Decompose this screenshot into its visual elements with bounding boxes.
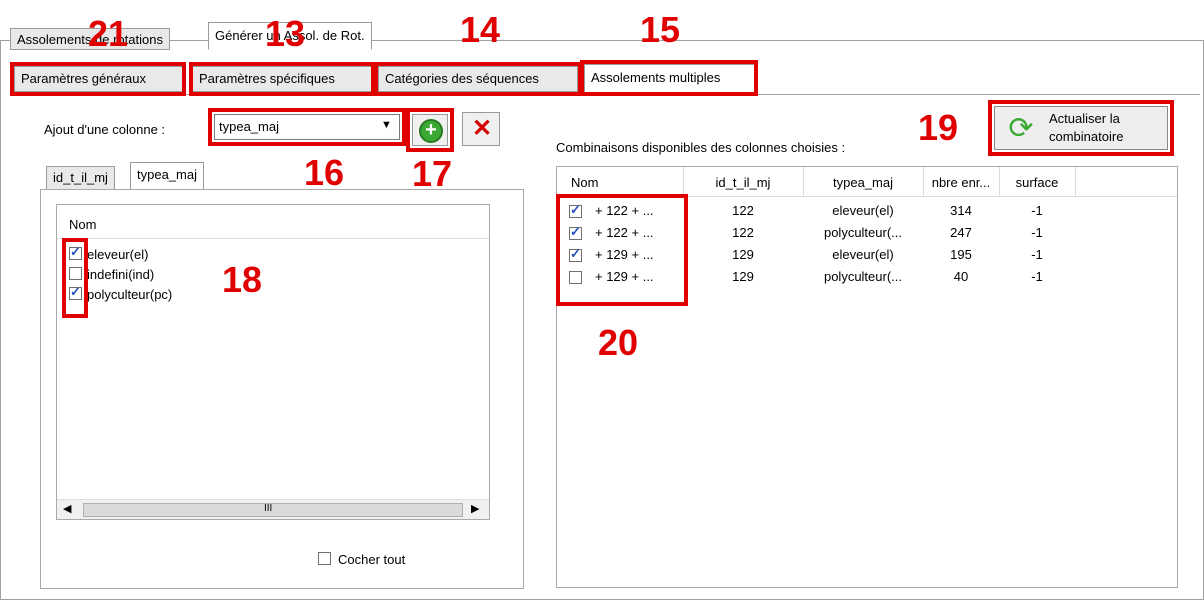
row-type: polyculteur(... xyxy=(823,225,903,240)
refresh-label-line1: Actualiser la xyxy=(1049,111,1120,126)
annotation-21: 21 xyxy=(88,13,129,54)
row-surface: -1 xyxy=(1031,225,1043,240)
row-nom: + 129 + ... xyxy=(595,269,654,284)
tab-categories-sequences[interactable]: Catégories des séquences xyxy=(378,66,578,92)
row-type: polyculteur(... xyxy=(823,269,903,284)
combinations-grid[interactable]: Nom id_t_il_mj typea_maj nbre enr... sur… xyxy=(556,166,1178,588)
annotation-19: 19 xyxy=(918,107,959,148)
annotation-18: 18 xyxy=(222,259,263,300)
list-header-bar: Nom xyxy=(57,205,489,239)
annotation-13: 13 xyxy=(265,13,306,54)
value-checkbox[interactable] xyxy=(69,267,82,280)
row-checkbox[interactable] xyxy=(569,224,582,240)
list-header-nom: Nom xyxy=(69,217,97,232)
tab-col-typea-maj[interactable]: typea_maj xyxy=(130,162,204,190)
row-id: 129 xyxy=(732,269,754,284)
grid-header-nbre: nbre enr... xyxy=(931,175,991,190)
row-type: eleveur(el) xyxy=(832,247,894,262)
plus-circle-icon: + xyxy=(419,119,443,143)
annotation-16: 16 xyxy=(304,152,345,193)
row-checkbox[interactable] xyxy=(569,271,582,284)
row-id: 122 xyxy=(732,203,754,218)
add-column-dropdown[interactable]: typea_maj ▼ xyxy=(214,114,400,140)
delete-x-icon: ✕ xyxy=(472,115,493,142)
grid-header: Nom id_t_il_mj typea_maj nbre enr... sur… xyxy=(557,167,1177,197)
row-nbre: 314 xyxy=(950,203,972,218)
tab-content-border xyxy=(10,94,1200,95)
value-label: eleveur(el) xyxy=(87,247,149,262)
grid-header-surface: surface xyxy=(1015,175,1059,190)
add-column-value: typea_maj xyxy=(219,119,279,134)
add-column-button[interactable]: + xyxy=(412,114,448,146)
value-label: polyculteur(pc) xyxy=(87,287,173,302)
row-id: 122 xyxy=(732,225,754,240)
combinations-title: Combinaisons disponibles des colonnes ch… xyxy=(556,140,846,155)
grid-header-id: id_t_il_mj xyxy=(715,175,771,190)
grid-col-sep xyxy=(683,167,684,197)
value-checkbox[interactable] xyxy=(69,284,82,300)
grid-col-sep xyxy=(999,167,1000,197)
chevron-down-icon: ▼ xyxy=(381,119,392,131)
grid-header-nom: Nom xyxy=(571,175,599,190)
row-checkbox[interactable] xyxy=(569,246,582,262)
row-checkbox[interactable] xyxy=(569,202,582,218)
annotation-15: 15 xyxy=(640,9,681,50)
row-nbre: 247 xyxy=(950,225,972,240)
refresh-combinations-button[interactable]: ⟳ Actualiser la combinatoire xyxy=(994,106,1168,150)
row-type: eleveur(el) xyxy=(832,203,894,218)
value-label: indefini(ind) xyxy=(87,267,155,282)
refresh-label-line2: combinatoire xyxy=(1049,129,1124,144)
scroll-right-icon[interactable]: ▶ xyxy=(471,502,479,515)
horizontal-scrollbar[interactable]: ◀ III ▶ xyxy=(57,499,489,519)
tab-parametres-specifiques[interactable]: Paramètres spécifiques xyxy=(192,66,372,92)
check-all-checkbox[interactable] xyxy=(318,552,331,565)
tab-parametres-generaux[interactable]: Paramètres généraux xyxy=(14,66,186,92)
column-values-list[interactable]: Nom eleveur(el) indefini(ind) polyculteu… xyxy=(56,204,490,520)
row-nom: + 129 + ... xyxy=(595,247,654,262)
refresh-icon: ⟳ xyxy=(1008,112,1034,145)
tab-col-id-t-il-mj[interactable]: id_t_il_mj xyxy=(46,166,115,190)
grid-header-typea: typea_maj xyxy=(833,175,893,190)
annotation-14: 14 xyxy=(460,9,501,50)
add-column-label: Ajout d'une colonne : xyxy=(44,122,166,137)
row-nom: + 122 + ... xyxy=(595,203,654,218)
remove-column-button[interactable]: ✕ xyxy=(462,112,500,146)
row-nbre: 195 xyxy=(950,247,972,262)
annotation-17: 17 xyxy=(412,153,453,194)
scroll-grip: III xyxy=(264,503,273,514)
row-id: 129 xyxy=(732,247,754,262)
row-nbre: 40 xyxy=(953,269,969,284)
grid-col-sep xyxy=(803,167,804,197)
annotation-20: 20 xyxy=(598,322,639,363)
row-nom: + 122 + ... xyxy=(595,225,654,240)
row-surface: -1 xyxy=(1031,203,1043,218)
grid-col-sep xyxy=(1075,167,1076,197)
scroll-thumb[interactable]: III xyxy=(83,503,463,517)
row-surface: -1 xyxy=(1031,247,1043,262)
scroll-left-icon[interactable]: ◀ xyxy=(63,502,71,515)
check-all-label: Cocher tout xyxy=(338,552,406,567)
row-surface: -1 xyxy=(1031,269,1043,284)
grid-col-sep xyxy=(923,167,924,197)
value-checkbox[interactable] xyxy=(69,244,82,260)
tab-assolements-multiples[interactable]: Assolements multiples xyxy=(584,64,756,94)
